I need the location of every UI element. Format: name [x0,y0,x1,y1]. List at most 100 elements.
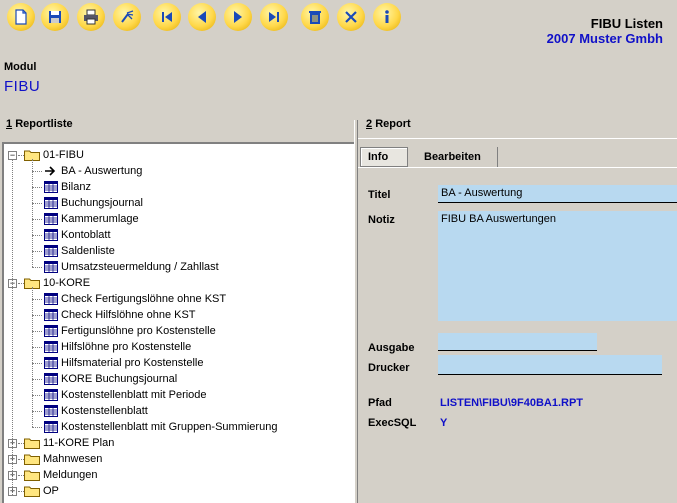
tree-report-item[interactable]: Check Fertigungslöhne ohne KST [44,291,226,307]
trash-icon[interactable] [301,3,329,31]
tree-connector [12,160,13,495]
section-number: 1 [6,118,13,130]
report-icon [44,293,58,305]
section-title: Report [375,118,411,130]
tree-connector [32,287,33,427]
report-tree[interactable]: − 01-FIBU BA - Auswertung Bilanz Buchungsjou… [2,142,354,503]
tree-report-label: Saldenliste [61,245,115,257]
tree-connector [32,347,42,348]
tree-report-label: Hilfslöhne pro Kostenstelle [61,341,192,353]
tree-report-item[interactable]: Kontoblatt [44,227,111,243]
report-icon [44,245,58,257]
folder-icon [24,454,40,465]
tree-report-item[interactable]: Umsatzsteuermeldung / Zahllast [44,259,219,275]
tree-report-item[interactable]: Check Hilfslöhne ohne KST [44,307,196,323]
collapse-toggle-icon[interactable]: − [8,151,17,160]
notiz-label: Notiz [368,214,395,226]
tree-folder-2[interactable]: 11-KORE Plan [24,435,114,451]
tree-report-label: Kammerumlage [61,213,139,225]
module-value: FIBU [4,78,41,95]
tree-folder-label: OP [43,485,59,497]
report-icon [44,181,58,193]
folder-icon [24,470,40,481]
app-title: FIBU Listen [590,16,663,31]
tree-report-label: Umsatzsteuermeldung / Zahllast [61,261,219,273]
tree-report-item[interactable]: Saldenliste [44,243,115,259]
tree-connector [32,267,42,268]
tree-report-label: Hilfsmaterial pro Kostenstelle [61,357,204,369]
tab-info[interactable]: Info [360,147,408,167]
tree-report-item[interactable]: KORE Buchungsjournal [44,371,177,387]
last-record-icon[interactable] [260,3,288,31]
tree-report-label: Kostenstellenblatt mit Periode [61,389,207,401]
print-icon[interactable] [77,3,105,31]
tree-folder-label: Mahnwesen [43,453,103,465]
report-icon [44,389,58,401]
tree-connector [32,427,42,428]
report-icon [44,405,58,417]
broom-icon[interactable] [113,3,141,31]
notiz-field[interactable]: FIBU BA Auswertungen [438,211,677,321]
pfad-label: Pfad [368,397,392,409]
tree-connector [32,159,33,267]
execsql-label: ExecSQL [368,417,417,429]
tree-connector [32,299,42,300]
report-icon [44,261,58,273]
tree-connector [32,251,42,252]
report-icon [44,325,58,337]
section-number: 2 [366,118,373,130]
tree-report-item[interactable]: Kostenstellenblatt mit Periode [44,387,207,403]
company-name: 2007 Muster Gmbh [546,31,663,46]
tab-divider [358,167,677,168]
tree-report-label: Check Fertigungslöhne ohne KST [61,293,227,305]
drucker-field[interactable] [438,355,662,375]
tree-report-item[interactable]: Fertigunslöhne pro Kostenstelle [44,323,216,339]
reportliste-section-title: 1 Reportliste [6,118,73,130]
tree-connector [32,219,42,220]
tree-report-label: Kontoblatt [61,229,111,241]
tree-connector [32,187,42,188]
tree-report-item[interactable]: Kammerumlage [44,211,139,227]
section-title: Reportliste [15,118,73,130]
tree-report-item[interactable]: Buchungsjournal [44,195,143,211]
tree-report-item[interactable]: Hilfslöhne pro Kostenstelle [44,339,191,355]
tree-report-label: BA - Auswertung [61,165,143,177]
close-icon[interactable] [337,3,365,31]
tree-report-item[interactable]: Kostenstellenblatt [44,403,148,419]
tab-bearbeiten[interactable]: Bearbeiten [418,147,498,167]
tree-connector [32,171,42,172]
titel-field[interactable]: BA - Auswertung [438,185,677,203]
tree-report-label: Bilanz [61,181,91,193]
module-label: Modul [4,61,37,73]
save-icon[interactable] [41,3,69,31]
pfad-value: LISTEN\FIBU\9F40BA1.RPT [440,397,584,409]
first-record-icon[interactable] [153,3,181,31]
report-icon [44,341,58,353]
folder-icon [24,438,40,449]
next-record-icon[interactable] [224,3,252,31]
report-icon [44,357,58,369]
report-detail-panel: Info Bearbeiten Titel BA - Auswertung No… [358,138,677,503]
ausgabe-field[interactable] [438,333,597,351]
new-document-icon[interactable] [7,3,35,31]
tree-report-item[interactable]: Hilfsmaterial pro Kostenstelle [44,355,203,371]
tree-report-item[interactable]: Bilanz [44,179,91,195]
tree-folder-label: 01-FIBU [43,149,84,161]
tree-connector [32,411,42,412]
tree-report-label: Fertigunslöhne pro Kostenstelle [61,325,216,337]
tree-folder-4[interactable]: Meldungen [24,467,97,483]
tree-folder-label: 10-KORE [43,277,91,289]
info-icon[interactable] [373,3,401,31]
previous-record-icon[interactable] [188,3,216,31]
drucker-label: Drucker [368,362,410,374]
tree-connector [32,203,42,204]
tree-report-item[interactable]: BA - Auswertung [44,163,142,179]
tree-folder-1[interactable]: 10-KORE [24,275,90,291]
tree-folder-label: Meldungen [43,469,98,481]
tree-report-item[interactable]: Kostenstellenblatt mit Gruppen-Summierun… [44,419,277,435]
tree-folder-5[interactable]: OP [24,483,59,499]
tree-folder-3[interactable]: Mahnwesen [24,451,102,467]
report-icon [44,213,58,225]
tree-report-label: Check Hilfslöhne ohne KST [61,309,196,321]
tree-report-label: Buchungsjournal [61,197,143,209]
